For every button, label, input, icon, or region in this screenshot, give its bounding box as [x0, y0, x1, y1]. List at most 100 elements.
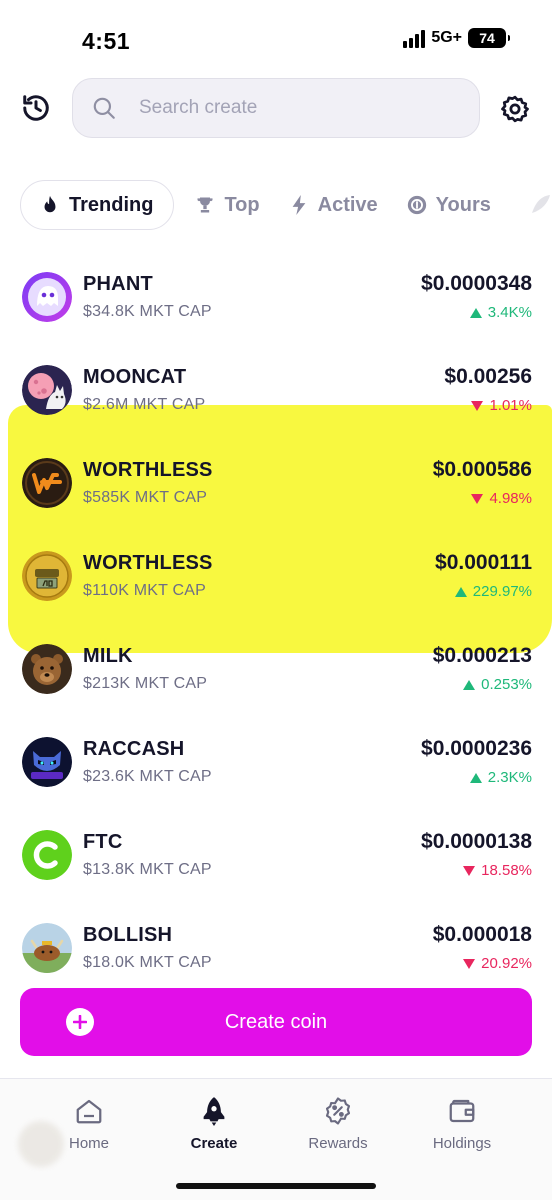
tab-top[interactable]: Top [194, 180, 260, 230]
coin-market-cap: $34.8K MKT CAP [83, 303, 212, 320]
coin-change: 2.3K% [469, 769, 532, 786]
coin-name: BOLLISH [83, 924, 173, 946]
bottom-nav: Home Create Rewards Holdings [0, 1078, 552, 1200]
gear-icon [501, 95, 529, 123]
coin-market-cap: $2.6M MKT CAP [83, 396, 206, 413]
tab-label: Yours [435, 193, 491, 216]
coin-market-cap: $110K MKT CAP [83, 582, 206, 599]
coin-change-value: 20.92% [481, 955, 532, 972]
raccoon-avatar [22, 737, 72, 787]
bolt-icon [288, 194, 310, 216]
nav-label: Home [68, 1135, 109, 1152]
coin-name: WORTHLESS [83, 459, 213, 481]
coin-list: PHANT $34.8K MKT CAP $0.0000348 3.4K% MO… [0, 250, 552, 994]
more-tabs-indicator [528, 193, 552, 215]
tab-label: Top [224, 193, 260, 216]
coin-name: MILK [83, 645, 133, 667]
coin-2-avatar [22, 551, 72, 601]
coin-name: MOONCAT [83, 366, 187, 388]
coin-market-cap: $213K MKT CAP [83, 675, 208, 692]
coin-change-value: 1.01% [489, 397, 532, 414]
nav-label: Create [190, 1135, 238, 1152]
list-item[interactable]: PHANT $34.8K MKT CAP $0.0000348 3.4K% [0, 250, 552, 343]
coin-name: WORTHLESS [83, 552, 213, 574]
settings-button[interactable] [494, 88, 536, 130]
search-icon [91, 95, 117, 121]
coin-change: 229.97% [454, 583, 532, 600]
battery-icon: 74 [468, 28, 510, 48]
search-placeholder: Search create [139, 97, 258, 118]
create-coin-button[interactable]: Create coin [20, 988, 532, 1056]
tab-active[interactable]: Active [288, 180, 378, 230]
signal-icon [403, 28, 426, 48]
coin-name: RACCASH [83, 738, 185, 760]
list-item[interactable]: WORTHLESS $585K MKT CAP $0.000586 4.98% [0, 436, 552, 529]
tab-label: Trending [69, 193, 154, 216]
up-arrow-icon [454, 586, 467, 597]
flame-icon [39, 194, 61, 216]
up-arrow-icon [469, 307, 482, 318]
list-item[interactable]: MOONCAT $2.6M MKT CAP $0.00256 1.01% [0, 343, 552, 436]
down-arrow-icon [463, 865, 476, 876]
coin-price: $0.0000236 [421, 737, 532, 760]
nav-home[interactable]: Home [34, 1095, 144, 1152]
coin-market-cap: $13.8K MKT CAP [83, 861, 212, 878]
down-arrow-icon [471, 400, 484, 411]
coin-change-value: 0.253% [481, 676, 532, 693]
list-item[interactable]: WORTHLESS $110K MKT CAP $0.000111 229.97… [0, 529, 552, 622]
nav-label: Holdings [432, 1135, 492, 1152]
coin-change: 1.01% [471, 397, 532, 414]
trophy-icon [194, 194, 216, 216]
coin-price: $0.0000138 [421, 830, 532, 853]
nav-rewards[interactable]: Rewards [283, 1095, 393, 1152]
coin-change-value: 18.58% [481, 862, 532, 879]
coin-change: 4.98% [471, 490, 532, 507]
nav-label: Rewards [308, 1135, 368, 1152]
coin-price: $0.00256 [444, 365, 532, 388]
coin-price: $0.000111 [435, 551, 532, 574]
up-arrow-icon [463, 679, 476, 690]
coin-change: 20.92% [463, 955, 532, 972]
status-indicators: 5G+ 74 [403, 28, 510, 48]
coin-change-value: 2.3K% [487, 769, 532, 786]
up-arrow-icon [469, 772, 482, 783]
list-item[interactable]: BOLLISH $18.0K MKT CAP $0.000018 20.92% [0, 901, 552, 994]
coin-change-value: 4.98% [489, 490, 532, 507]
home-icon [73, 1095, 105, 1127]
rocket-icon [198, 1095, 230, 1127]
w-logo-avatar [22, 458, 72, 508]
nav-holdings[interactable]: Holdings [407, 1095, 517, 1152]
coin-change-value: 229.97% [472, 583, 532, 600]
create-coin-label: Create coin [224, 1010, 328, 1033]
list-item[interactable]: MILK $213K MKT CAP $0.000213 0.253% [0, 622, 552, 715]
home-indicator [176, 1183, 376, 1189]
nav-create[interactable]: Create [159, 1095, 269, 1152]
percent-badge-icon [322, 1095, 354, 1127]
coin-price: $0.0000348 [421, 272, 532, 295]
coin-market-cap: $23.6K MKT CAP [83, 768, 212, 785]
search-input[interactable]: Search create [72, 78, 480, 138]
coin-name: PHANT [83, 273, 153, 295]
network-type: 5G+ [431, 29, 462, 46]
coin-name: FTC [83, 831, 123, 853]
c-logo-avatar [22, 830, 72, 880]
coin-change: 3.4K% [469, 304, 532, 321]
status-time: 4:51 [82, 28, 131, 54]
cat-moon-avatar [22, 365, 72, 415]
tab-bar: Trending Top Active Yours [20, 180, 491, 230]
history-button[interactable] [16, 88, 56, 128]
list-item[interactable]: RACCASH $23.6K MKT CAP $0.0000236 2.3K% [0, 715, 552, 808]
tab-trending[interactable]: Trending [20, 180, 175, 230]
status-bar: 4:51 5G+ 74 [0, 0, 552, 70]
coin-change: 0.253% [463, 676, 532, 693]
plus-icon [66, 1008, 94, 1036]
coin-price: $0.000586 [432, 458, 532, 481]
list-item[interactable]: FTC $13.8K MKT CAP $0.0000138 18.58% [0, 808, 552, 901]
history-icon [23, 95, 49, 121]
tab-label: Active [317, 193, 378, 216]
tab-yours[interactable]: Yours [406, 180, 491, 230]
coin-change: 18.58% [463, 862, 532, 879]
coin-change-value: 3.4K% [487, 304, 532, 321]
down-arrow-icon [471, 493, 484, 504]
coin-price: $0.000018 [432, 923, 532, 946]
